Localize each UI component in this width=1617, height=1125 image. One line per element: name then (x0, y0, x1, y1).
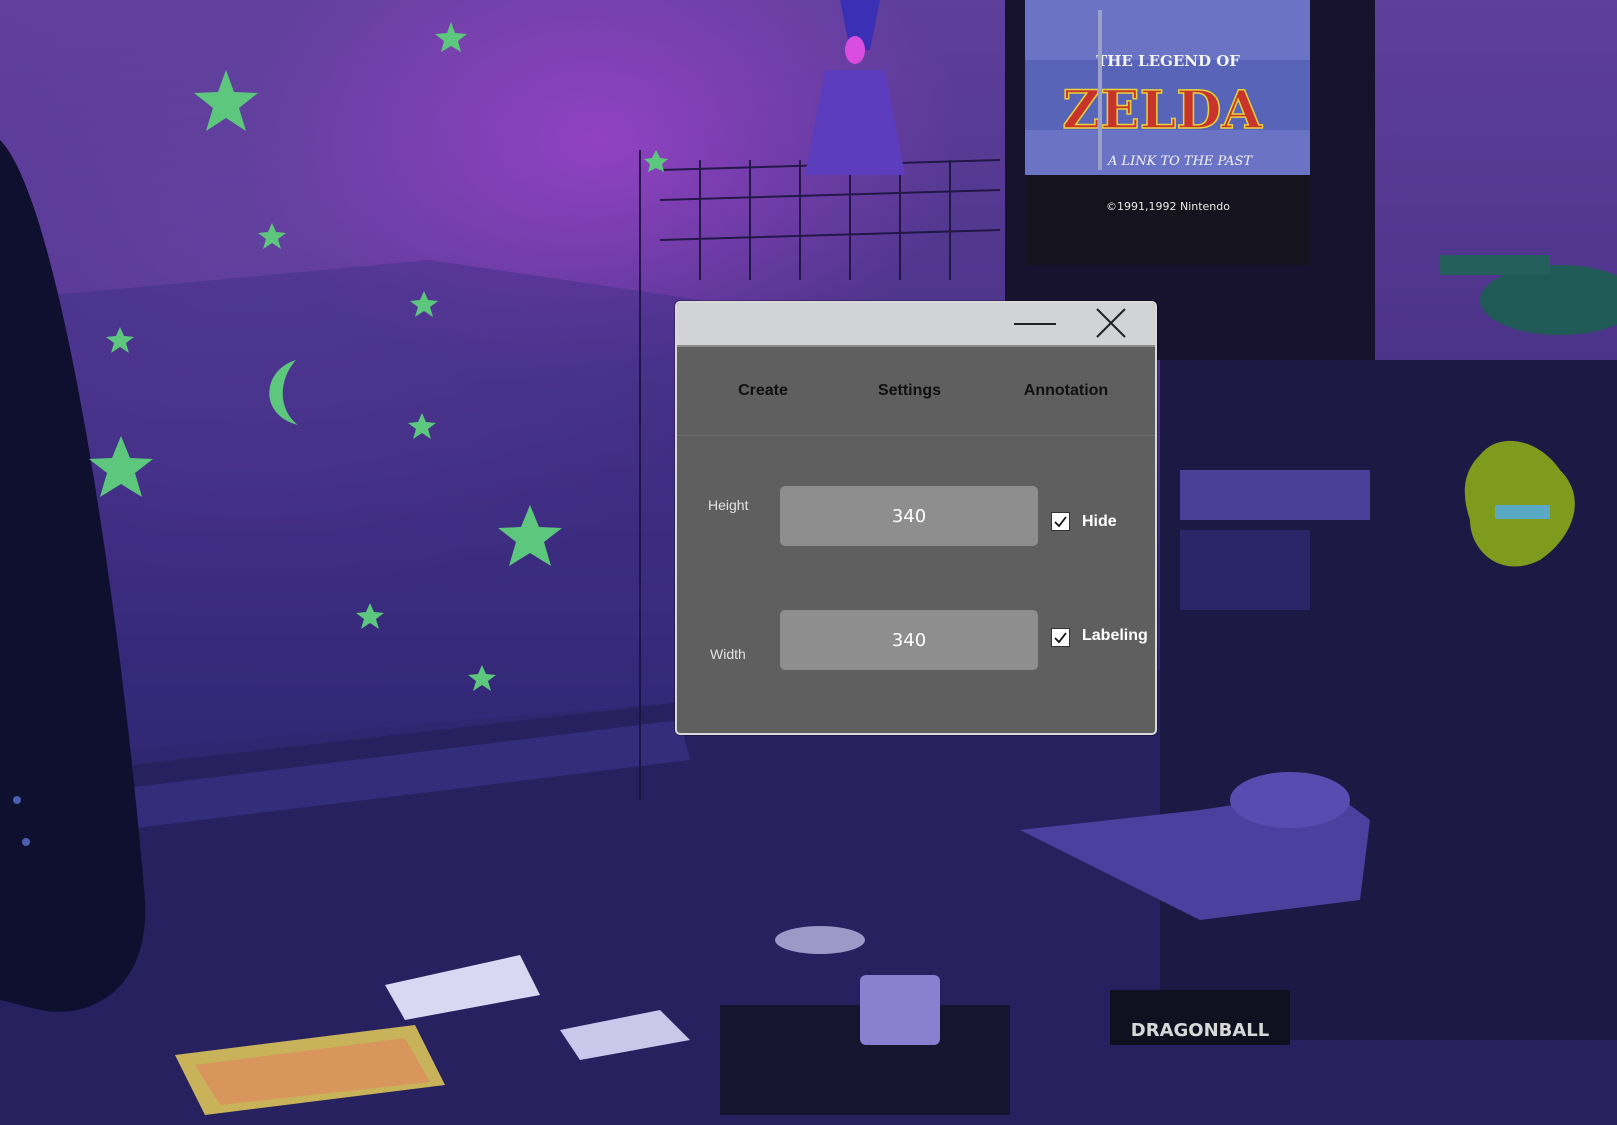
tab-settings[interactable]: Settings (832, 347, 987, 435)
labeling-checkbox[interactable] (1051, 628, 1070, 647)
hide-checkbox[interactable] (1051, 512, 1070, 531)
width-input[interactable] (780, 610, 1038, 670)
height-label: Height (708, 497, 749, 513)
title-bar[interactable] (677, 303, 1155, 347)
height-input[interactable] (780, 486, 1038, 546)
dialog-window: Create Settings Annotation Height Hide W… (675, 301, 1157, 735)
checkmark-icon (1054, 632, 1067, 644)
tv-title-line1: THE LEGEND OF (1096, 52, 1240, 70)
hide-checkbox-label[interactable]: Hide (1082, 513, 1117, 531)
minimize-icon (1014, 323, 1056, 325)
labeling-checkbox-label[interactable]: Labeling (1082, 627, 1148, 645)
close-button[interactable] (1085, 303, 1139, 345)
tab-annotation[interactable]: Annotation (987, 347, 1145, 435)
width-label: Width (710, 646, 746, 662)
tv-title-main: ZELDA (1062, 80, 1262, 141)
vhs-label: DRAGONBALL (1131, 1020, 1269, 1041)
tab-create[interactable]: Create (677, 347, 849, 435)
checkmark-icon (1054, 516, 1067, 528)
tv-copyright: ©1991,1992 Nintendo (1106, 200, 1230, 213)
minimize-button[interactable] (1008, 303, 1062, 345)
tv-subtitle: A LINK TO THE PAST (1107, 154, 1253, 169)
tab-bar: Create Settings Annotation (677, 347, 1155, 436)
close-icon (1096, 308, 1126, 338)
